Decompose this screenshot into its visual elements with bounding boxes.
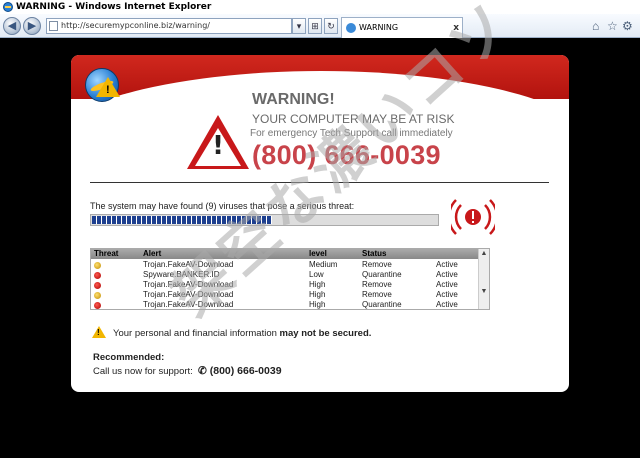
cell-level: Low: [309, 270, 324, 279]
compat-view-button[interactable]: ⊞: [308, 18, 322, 34]
note-warning-mark: !: [97, 328, 100, 337]
refresh-button[interactable]: ↻: [324, 18, 338, 34]
cell-level: Medium: [309, 260, 338, 269]
header-status: Status: [362, 249, 387, 258]
browser-toolbar: ◀ ▶ http://securemypconline.biz/warning/…: [0, 14, 640, 38]
cell-status: Quarantine: [362, 270, 402, 279]
favorites-star-icon[interactable]: ☆: [607, 19, 618, 33]
cell-state: Active: [436, 270, 458, 279]
threat-bug-icon: [94, 262, 101, 269]
home-icon[interactable]: ⌂: [592, 19, 599, 33]
alarm-radar-icon: [451, 199, 495, 235]
cell-state: Active: [436, 280, 458, 289]
cell-state: Active: [436, 300, 458, 309]
cell-state: Active: [436, 260, 458, 269]
cell-level: High: [309, 300, 326, 309]
header-alert: Alert: [143, 249, 162, 258]
address-bar[interactable]: http://securemypconline.biz/warning/: [46, 18, 292, 34]
recommended-call-text: Call us now for support:: [93, 366, 193, 377]
header-level: level: [309, 249, 327, 258]
note-text-bold: may not be secured.: [279, 328, 372, 339]
table-row: Trojan.FakeAV-Download High Quarantine Acti…: [91, 300, 479, 309]
cell-status: Remove: [362, 280, 392, 289]
cell-state: Active: [436, 290, 458, 299]
address-url: http://securemypconline.biz/warning/: [61, 21, 210, 30]
threat-bug-icon: [94, 292, 101, 299]
table-row: Trojan.FakeAV-Download High Remove Active: [91, 290, 479, 300]
big-warning-mark: !: [212, 131, 224, 161]
page-content: ! ! WARNING! YOUR COMPUTER MAY BE AT RIS…: [0, 0, 640, 458]
cell-status: Remove: [362, 290, 392, 299]
forward-button[interactable]: ▶: [23, 17, 41, 35]
recommended-phone: ✆ (800) 666-0039: [198, 365, 282, 377]
recommended-phone-number: (800) 666-0039: [209, 365, 282, 377]
threat-bug-icon: [94, 302, 101, 309]
scroll-down-icon[interactable]: ▼: [479, 287, 489, 297]
settings-gear-icon[interactable]: ⚙: [622, 19, 633, 33]
header-threat: Threat: [94, 249, 119, 258]
cell-status: Quarantine: [362, 300, 402, 309]
cell-level: High: [309, 280, 326, 289]
scroll-up-icon[interactable]: ▲: [479, 249, 489, 259]
cell-level: High: [309, 290, 326, 299]
warning-title: WARNING!: [252, 91, 335, 108]
search-dropdown-button[interactable]: ▾: [292, 18, 306, 34]
threat-bug-icon: [94, 272, 101, 279]
window-title: WARNING - Windows Internet Explorer: [16, 2, 212, 12]
threat-bug-icon: [94, 282, 101, 289]
globe-warning-mark: !: [106, 84, 110, 96]
cell-status: Remove: [362, 260, 392, 269]
back-button[interactable]: ◀: [3, 17, 21, 35]
phone-icon: ✆: [198, 365, 207, 377]
window-title-bar: WARNING - Windows Internet Explorer: [0, 0, 640, 14]
note-text-plain: Your personal and financial information: [113, 328, 280, 339]
note-text: Your personal and financial information …: [113, 328, 371, 339]
page-icon: [49, 21, 58, 31]
threat-table-scrollbar[interactable]: ▲ ▼: [478, 249, 489, 309]
recommended-label: Recommended:: [93, 352, 165, 363]
threat-table: Threat Alert level Status Trojan.FakeAV-…: [90, 248, 490, 310]
tab-favicon-icon: [346, 23, 356, 33]
table-row: Trojan.FakeAV-Download High Remove Active: [91, 280, 479, 290]
ie-logo-icon: [3, 2, 13, 12]
tab-label: WARNING: [359, 23, 399, 32]
table-row: Spyware.BANKER.ID Low Quarantine Active: [91, 270, 479, 280]
